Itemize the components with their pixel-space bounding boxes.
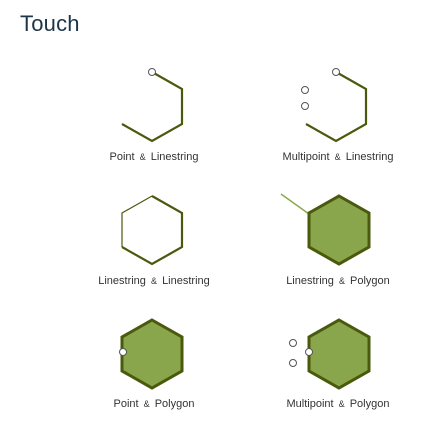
caption-left-term: Linestring	[286, 275, 334, 287]
panel-multipoint-polygon	[289, 318, 371, 390]
caption-left-term: Point	[109, 151, 135, 163]
linestring-shape	[121, 195, 153, 247]
panel-multipoint-linestring	[301, 68, 368, 143]
panel-point-polygon	[119, 318, 184, 390]
caption-left-term: Multipoint	[282, 151, 330, 163]
caption-ampersand: &	[338, 399, 345, 409]
polygon-shape	[120, 318, 184, 390]
linestring-shape	[121, 71, 184, 143]
caption-right-term: Linestring	[150, 151, 199, 163]
point-marker	[301, 102, 309, 110]
caption-ampersand: &	[338, 276, 345, 286]
linestring-shape	[280, 193, 310, 215]
point-marker	[119, 348, 127, 356]
point-marker	[301, 86, 309, 94]
point-marker	[289, 339, 297, 347]
panel-caption: Linestring & Polygon	[243, 274, 423, 288]
caption-right-term: Linestring	[162, 275, 210, 287]
panel-caption: Multipoint & Linestring	[243, 150, 423, 164]
polygon-shape	[307, 194, 371, 266]
panel-caption: Point & Linestring	[59, 150, 249, 164]
touch-diagram	[119, 68, 371, 390]
panel-linestring-polygon	[280, 193, 371, 266]
panel-linestring-linestring	[121, 195, 184, 266]
panel-caption: Linestring & Linestring	[59, 274, 249, 288]
caption-ampersand: &	[143, 399, 150, 409]
caption-left-term: Point	[113, 398, 139, 410]
polygon-shape	[307, 318, 371, 390]
caption-left-term: Multipoint	[286, 398, 334, 410]
linestring-shape	[305, 71, 368, 143]
caption-ampersand: &	[139, 152, 146, 162]
caption-right-term: Linestring	[345, 151, 394, 163]
caption-ampersand: &	[334, 152, 341, 162]
point-marker	[332, 68, 340, 76]
panel-caption: Multipoint & Polygon	[243, 397, 423, 411]
point-marker	[148, 68, 156, 76]
linestring-shape	[121, 195, 184, 266]
panel-caption: Point & Polygon	[59, 397, 249, 411]
panel-point-linestring	[121, 68, 184, 143]
caption-right-term: Polygon	[154, 398, 195, 410]
caption-ampersand: &	[150, 276, 157, 286]
caption-left-term: Linestring	[98, 275, 146, 287]
point-marker	[289, 359, 297, 367]
point-marker	[305, 348, 313, 356]
caption-right-term: Polygon	[349, 398, 390, 410]
caption-right-term: Polygon	[350, 275, 390, 287]
